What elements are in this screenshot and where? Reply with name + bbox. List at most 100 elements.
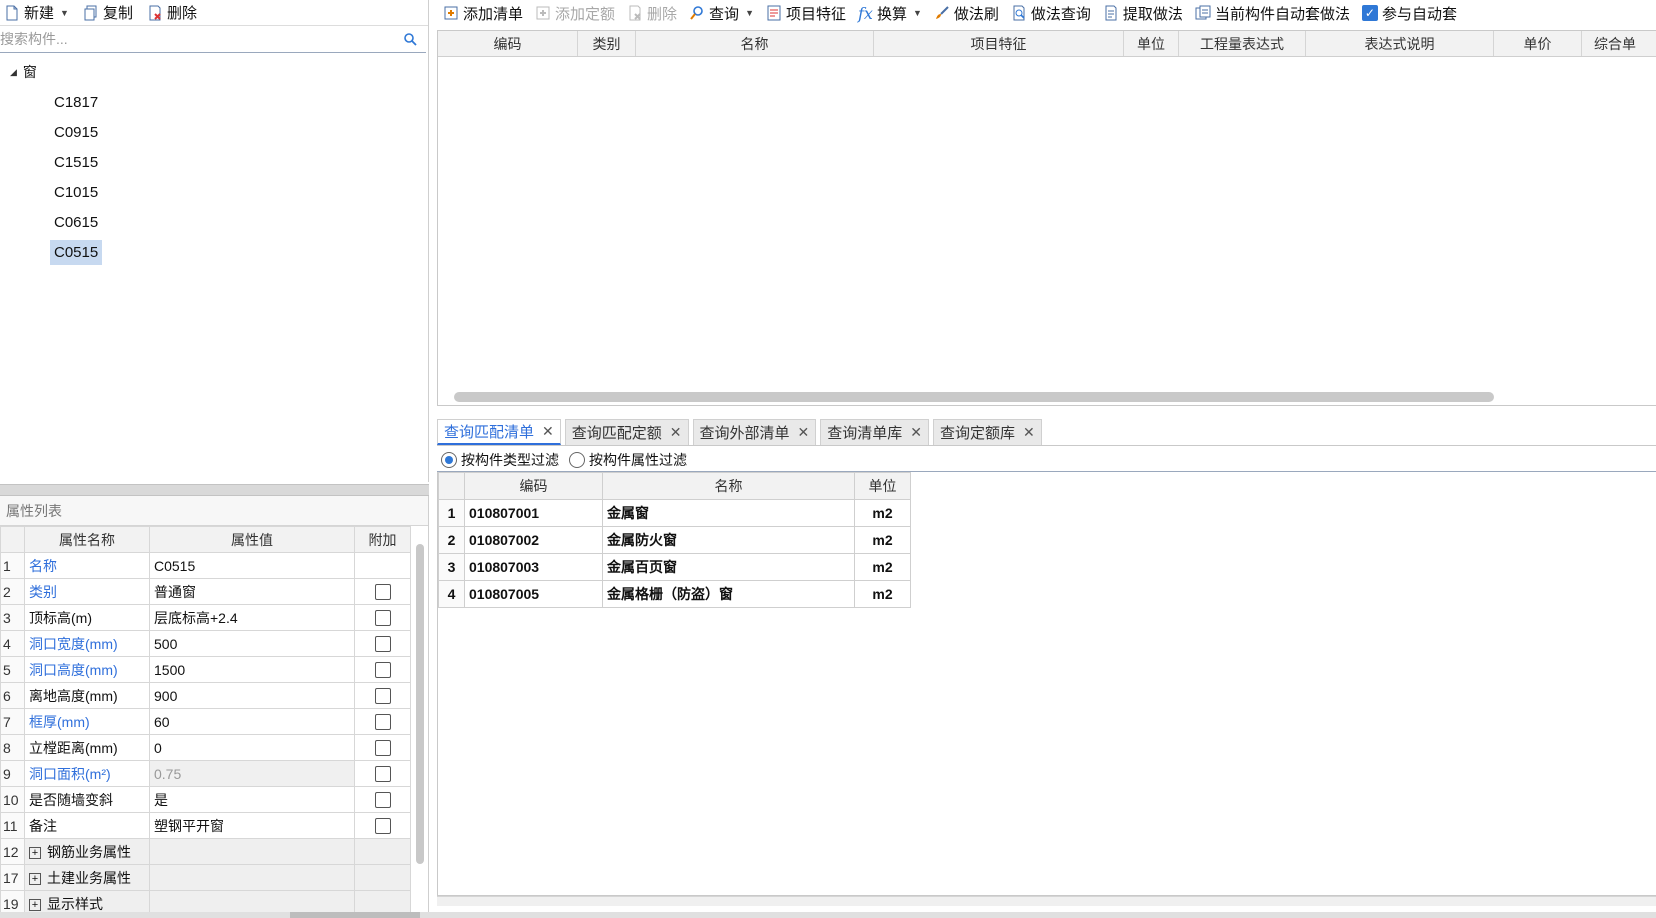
- collapse-triangle-icon[interactable]: ◢: [10, 67, 17, 78]
- result-row[interactable]: 4 010807005 金属格栅（防盗）窗 m2: [438, 580, 911, 608]
- method-query-button[interactable]: 做法查询: [1011, 3, 1091, 24]
- extract-method-button[interactable]: 提取做法: [1103, 3, 1183, 24]
- method-brush-button[interactable]: 做法刷: [934, 3, 999, 24]
- column-header-type[interactable]: 类别: [578, 31, 636, 56]
- column-header-expression-note[interactable]: 表达式说明: [1306, 31, 1494, 56]
- extra-checkbox[interactable]: [374, 792, 391, 809]
- result-name-header[interactable]: 名称: [602, 472, 855, 500]
- property-row[interactable]: 6 离地高度(mm) 900: [0, 682, 411, 709]
- delete-method-button[interactable]: 删除: [627, 3, 677, 24]
- result-row[interactable]: 3 010807003 金属百页窗 m2: [438, 553, 911, 581]
- property-row[interactable]: 7 框厚(mm) 60: [0, 708, 411, 735]
- new-button[interactable]: 新建 ▼: [4, 2, 69, 23]
- horizontal-scrollbar[interactable]: [454, 392, 1494, 402]
- chevron-down-icon[interactable]: ▼: [60, 8, 69, 18]
- property-value[interactable]: 1500: [149, 656, 355, 683]
- property-row[interactable]: 4 洞口宽度(mm) 500: [0, 630, 411, 657]
- close-icon[interactable]: ✕: [910, 424, 922, 441]
- property-value[interactable]: 900: [149, 682, 355, 709]
- property-value[interactable]: 500: [149, 630, 355, 657]
- scrollbar-thumb[interactable]: [290, 912, 420, 918]
- extra-checkbox[interactable]: [374, 688, 391, 705]
- property-value-header[interactable]: 属性值: [149, 526, 355, 553]
- property-name-header[interactable]: 属性名称: [24, 526, 150, 553]
- property-value[interactable]: 0: [149, 734, 355, 761]
- tab-query[interactable]: 查询外部清单 ✕: [692, 419, 817, 445]
- tab-query[interactable]: 查询匹配清单 ✕: [437, 419, 561, 445]
- tree-item[interactable]: C0615: [0, 207, 428, 237]
- chevron-down-icon[interactable]: ▼: [913, 8, 922, 18]
- property-value[interactable]: 0.75: [149, 760, 355, 787]
- auto-method-button[interactable]: 当前构件自动套做法: [1195, 3, 1350, 24]
- column-header-composite-price[interactable]: 综合单: [1582, 31, 1656, 56]
- search-input[interactable]: [0, 26, 426, 52]
- extra-checkbox[interactable]: [374, 766, 391, 783]
- property-row[interactable]: 11 备注 塑钢平开窗: [0, 812, 411, 839]
- result-horizontal-scrollbar[interactable]: [437, 896, 1656, 906]
- result-row[interactable]: 2 010807002 金属防火窗 m2: [438, 526, 911, 554]
- property-row[interactable]: 3 顶标高(m) 层底标高+2.4: [0, 604, 411, 631]
- tab-query[interactable]: 查询清单库 ✕: [820, 419, 929, 445]
- tab-query[interactable]: 查询定额库 ✕: [933, 419, 1042, 445]
- add-quota-button[interactable]: 添加定额: [535, 3, 615, 24]
- expand-plus-icon[interactable]: +: [29, 872, 41, 885]
- column-header-feature[interactable]: 项目特征: [874, 31, 1124, 56]
- query-button[interactable]: 查询 ▼: [689, 3, 754, 24]
- chevron-down-icon[interactable]: ▼: [745, 8, 754, 18]
- extra-checkbox[interactable]: [374, 662, 391, 679]
- property-row[interactable]: 8 立樘距离(mm) 0: [0, 734, 411, 761]
- tree-item[interactable]: C1817: [0, 87, 428, 117]
- delete-button[interactable]: 删除: [147, 2, 197, 23]
- window-horizontal-scrollbar[interactable]: [0, 912, 1656, 918]
- property-extra-header[interactable]: 附加: [354, 526, 411, 553]
- filter-by-attribute-radio[interactable]: [569, 451, 585, 468]
- column-header-name[interactable]: 名称: [636, 31, 874, 56]
- expand-plus-icon[interactable]: +: [29, 846, 41, 859]
- extra-checkbox[interactable]: [374, 610, 391, 627]
- property-scrollbar[interactable]: [416, 544, 424, 864]
- extra-checkbox[interactable]: [374, 740, 391, 757]
- close-icon[interactable]: ✕: [798, 424, 810, 441]
- result-row[interactable]: 1 010807001 金属窗 m2: [438, 499, 911, 527]
- property-value[interactable]: 层底标高+2.4: [149, 604, 355, 631]
- close-icon[interactable]: ✕: [670, 424, 682, 441]
- property-row[interactable]: 5 洞口高度(mm) 1500: [0, 656, 411, 683]
- tab-query[interactable]: 查询匹配定额 ✕: [564, 419, 689, 445]
- extra-checkbox[interactable]: [374, 584, 391, 601]
- expand-plus-icon[interactable]: +: [29, 898, 41, 911]
- filter-by-attribute-label[interactable]: 按构件属性过滤: [589, 450, 687, 470]
- tree-item-selected[interactable]: C0515: [0, 237, 428, 267]
- convert-button[interactable]: fx 换算 ▼: [858, 3, 922, 24]
- search-icon[interactable]: [403, 32, 417, 46]
- result-code-header[interactable]: 编码: [464, 472, 603, 500]
- tree-item[interactable]: C1515: [0, 147, 428, 177]
- property-value[interactable]: 普通窗: [149, 578, 355, 605]
- column-header-code[interactable]: 编码: [438, 31, 578, 56]
- tree-root-window[interactable]: ◢ 窗: [0, 57, 428, 87]
- property-row[interactable]: 9 洞口面积(m²) 0.75: [0, 760, 411, 787]
- tree-item[interactable]: C0915: [0, 117, 428, 147]
- panel-splitter[interactable]: [0, 484, 429, 496]
- property-value[interactable]: 是: [149, 786, 355, 813]
- item-feature-button[interactable]: 项目特征: [766, 3, 846, 24]
- column-header-expression[interactable]: 工程量表达式: [1179, 31, 1306, 56]
- property-row[interactable]: 2 类别 普通窗: [0, 578, 411, 605]
- extra-checkbox[interactable]: [374, 714, 391, 731]
- tree-item[interactable]: C1015: [0, 177, 428, 207]
- column-header-unit[interactable]: 单位: [1124, 31, 1179, 56]
- property-row[interactable]: 1 名称 C0515: [0, 552, 411, 579]
- result-unit-header[interactable]: 单位: [854, 472, 911, 500]
- close-icon[interactable]: ✕: [1023, 424, 1035, 441]
- add-list-button[interactable]: 添加清单: [443, 3, 523, 24]
- property-group-row[interactable]: 12 + 钢筋业务属性: [0, 838, 411, 865]
- checkmark-icon[interactable]: ✓: [1361, 5, 1378, 21]
- auto-apply-checkbox[interactable]: ✓ 参与自动套: [1361, 3, 1457, 24]
- property-value[interactable]: 塑钢平开窗: [149, 812, 355, 839]
- property-value[interactable]: C0515: [149, 552, 355, 579]
- property-group-row[interactable]: 19 + 显示样式: [0, 890, 411, 912]
- property-group-row[interactable]: 17 + 土建业务属性: [0, 864, 411, 891]
- close-icon[interactable]: ✕: [542, 423, 554, 440]
- column-header-unit-price[interactable]: 单价: [1494, 31, 1582, 56]
- property-row[interactable]: 10 是否随墙变斜是: [0, 786, 411, 813]
- filter-by-type-radio[interactable]: [441, 451, 457, 468]
